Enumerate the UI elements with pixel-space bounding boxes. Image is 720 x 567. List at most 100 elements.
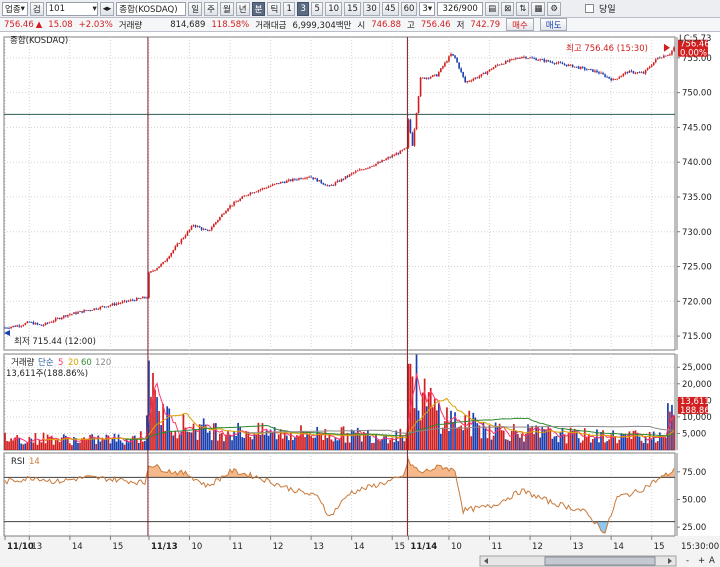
candle-body [448, 56, 450, 62]
volume-bar [579, 442, 582, 450]
volume-bar [604, 442, 606, 450]
custom-minute-select[interactable]: 3 ▾ [419, 1, 436, 16]
auto-scale-button[interactable]: A [709, 556, 715, 566]
amount-label: 거래대금 [255, 20, 287, 31]
volume-bar [419, 420, 422, 450]
period-month[interactable]: 월 [219, 1, 234, 16]
volume-bar [261, 423, 264, 450]
minute-10[interactable]: 10 [325, 1, 343, 16]
volume-bar [549, 429, 552, 450]
volume-bar [470, 436, 473, 450]
period-week[interactable]: 주 [204, 1, 218, 16]
candle-body [360, 169, 363, 171]
x-tick-label: 14 [354, 542, 365, 552]
minute-45[interactable]: 45 [381, 1, 399, 16]
candle-body [367, 167, 369, 169]
zoom-in-button[interactable]: + [698, 556, 705, 566]
grid-icon[interactable]: ▦ [531, 1, 546, 16]
search-button[interactable]: 검 [29, 1, 44, 16]
candle-body [648, 66, 651, 69]
volume-bar [8, 441, 10, 450]
candle-body [198, 226, 201, 228]
candle-body [300, 178, 302, 180]
volume-bar [40, 442, 43, 450]
volume-bar [310, 435, 312, 450]
x-tick-label: 14 [72, 542, 83, 552]
candle-body [237, 200, 239, 202]
volume-bar [281, 438, 284, 450]
scrollbar-thumb[interactable] [544, 556, 656, 566]
candle-body [409, 119, 412, 133]
minute-1[interactable]: 1 [283, 1, 296, 16]
x-tick-label: 15 [394, 542, 405, 552]
candle-body [642, 72, 645, 74]
candle-body [559, 62, 562, 64]
code-input[interactable]: 101 ▾ [45, 1, 98, 16]
candle-body [411, 132, 414, 146]
minute-3[interactable]: 3 [297, 1, 310, 16]
candle-body [385, 158, 387, 161]
volume-bar [54, 439, 57, 450]
arrange-icon[interactable]: ⇅ [516, 1, 530, 16]
period-year[interactable]: 년 [235, 1, 250, 16]
minute-30[interactable]: 30 [362, 1, 380, 16]
volume-bar [466, 428, 469, 450]
volume-bar [265, 430, 268, 450]
volume-bar [245, 431, 248, 450]
volume-bar [294, 437, 296, 450]
candle-body [350, 173, 353, 175]
period-tick[interactable]: 틱 [267, 1, 282, 16]
volume-bar [379, 441, 381, 450]
lock-icon[interactable]: ⊠ [501, 1, 515, 16]
buy-button[interactable]: 매수 [506, 18, 534, 31]
candle-body [622, 73, 625, 76]
x-tick-label: 10 [191, 542, 202, 552]
volume-bar [192, 423, 195, 450]
today-checkbox[interactable] [585, 4, 595, 13]
minute-5[interactable]: 5 [311, 1, 324, 16]
volume-bar [212, 423, 215, 450]
candle-body [133, 300, 136, 301]
candle-body [549, 61, 552, 63]
candle-body [225, 211, 227, 214]
volume-bar [592, 438, 594, 450]
volume-bar [563, 434, 566, 450]
minute-60[interactable]: 60 [400, 1, 418, 16]
zoom-out-button[interactable]: - [686, 556, 689, 566]
candle-body [245, 195, 248, 197]
count-field[interactable]: 326/900 [437, 1, 484, 16]
minute-15[interactable]: 15 [344, 1, 361, 16]
candle-body [217, 220, 219, 223]
x-tick-label: 12 [532, 542, 543, 552]
candle-body [314, 178, 316, 180]
period-day[interactable]: 일 [188, 1, 203, 16]
volume-bar [437, 403, 440, 450]
volume-bar [253, 433, 256, 450]
volume-legend-ma120: 120 [95, 358, 111, 368]
candle-body [71, 313, 73, 315]
period-minute[interactable]: 분 [251, 1, 266, 16]
candle-body [614, 79, 617, 80]
volume-bar [557, 442, 560, 450]
candle-body [395, 153, 398, 156]
candle-body [285, 180, 288, 183]
gear-icon[interactable]: ⚙ [547, 1, 562, 16]
market-select[interactable]: 업종 ▾ [2, 1, 28, 16]
candle-body [348, 174, 351, 177]
volume-bar [444, 421, 446, 450]
x-tick-label: 13 [313, 542, 324, 552]
chart-area[interactable]: 715.00 720.00 725.00 730.00 735.00 740.00 745.… [0, 32, 720, 567]
candle-body [103, 306, 106, 308]
candle-body [306, 177, 308, 179]
candle-body [14, 325, 16, 327]
sell-button[interactable]: 매도 [539, 18, 568, 31]
volume-bar [371, 442, 373, 450]
candle-body [665, 55, 667, 57]
data-icon[interactable]: ▤ [485, 1, 500, 16]
candle-body [204, 229, 207, 230]
candle-body [476, 77, 479, 79]
market-select-label: 업종 [5, 4, 21, 15]
candle-body [525, 56, 527, 59]
prev-next-icon[interactable]: ◂▸ [99, 1, 115, 16]
high-annotation: 최고 756.46 (15:30) [566, 43, 648, 54]
